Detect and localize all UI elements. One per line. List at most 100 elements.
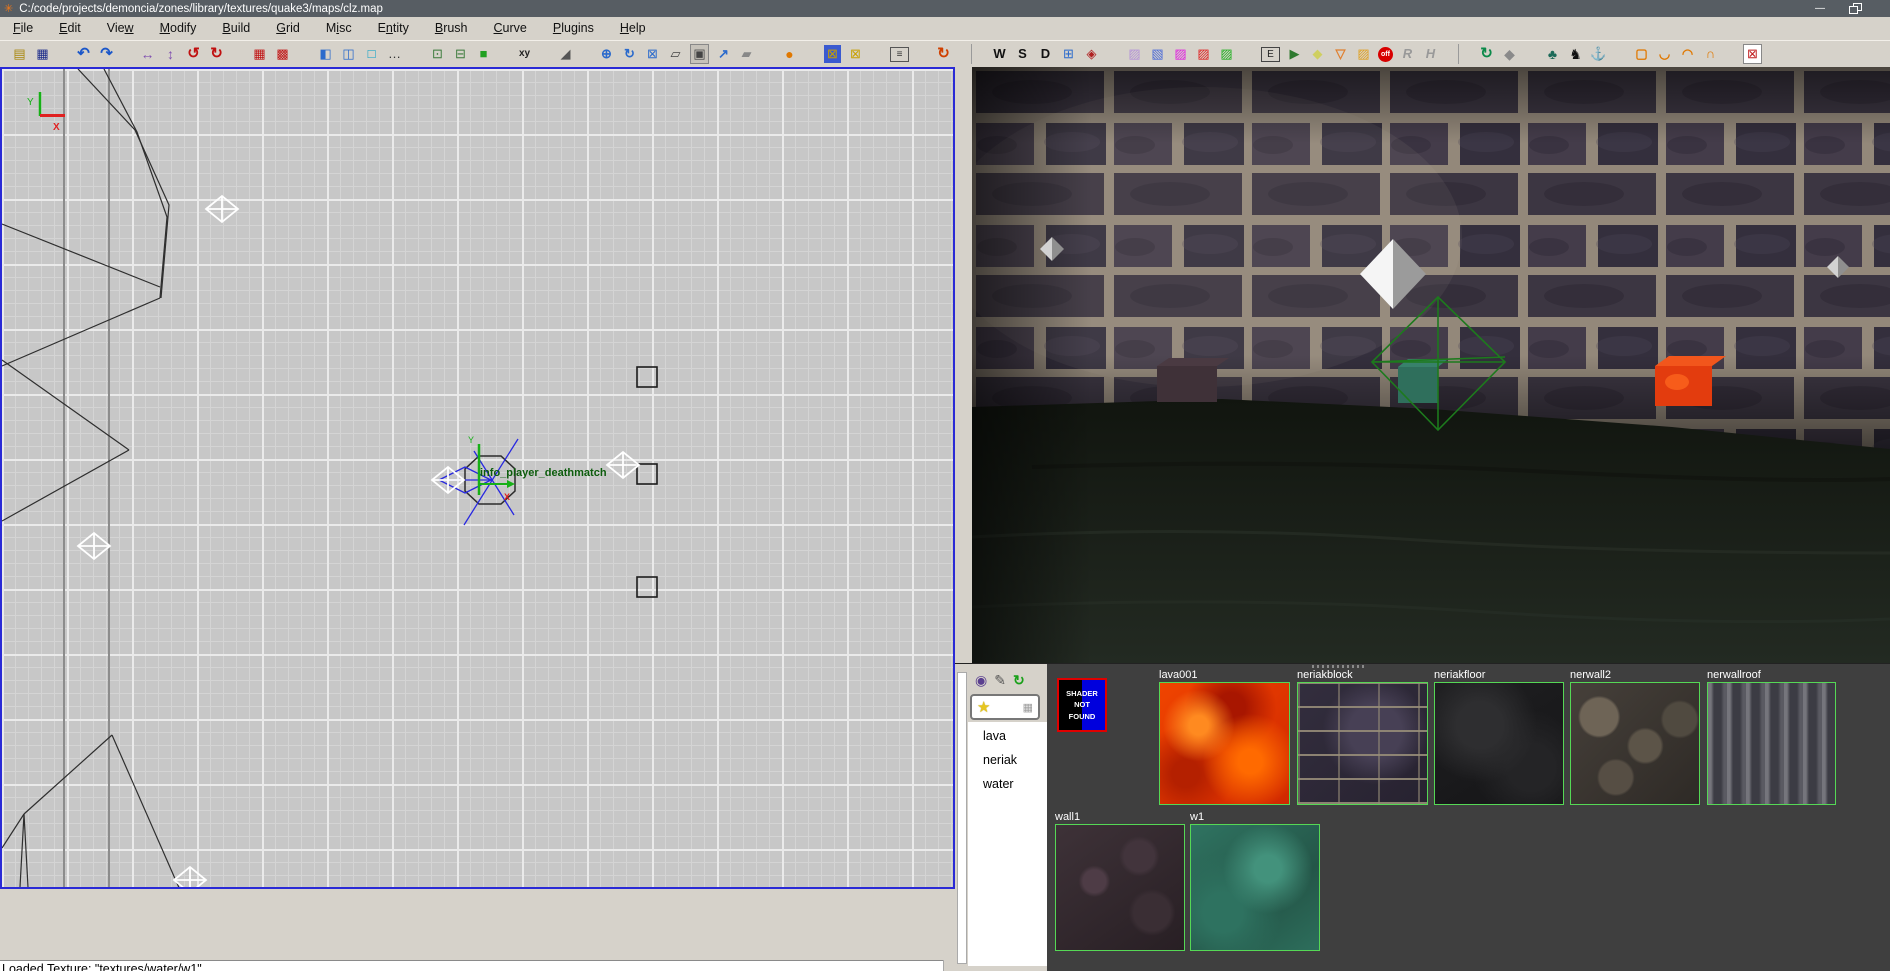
rotate-mode-icon[interactable]: ↻ (621, 45, 638, 63)
rock-model-icon[interactable]: ◆ (1501, 45, 1518, 63)
flip-x-icon[interactable]: ↔ (139, 45, 156, 63)
texture-tile-swatch[interactable] (1707, 682, 1836, 805)
favorites-box[interactable]: ★ ▦ (970, 694, 1040, 720)
entity-inspector-icon[interactable]: ⊞ (1060, 45, 1077, 63)
drag-edges-icon[interactable]: ▣ (690, 44, 709, 64)
edit-shader-icon[interactable]: ✎ (994, 672, 1006, 689)
filter-lavender-icon[interactable]: ▨ (1126, 45, 1143, 63)
lightmap-off-icon[interactable]: off (1378, 47, 1393, 62)
favorites-star-icon[interactable]: ★ (977, 698, 990, 716)
cylinder-icon[interactable]: ● (781, 45, 798, 63)
shader-stamp-icon[interactable]: ▦ (1023, 701, 1033, 714)
texture-tile-swatch[interactable] (1434, 682, 1564, 805)
3d-camera-view[interactable] (972, 67, 1890, 663)
menu-modify[interactable]: Modify (147, 17, 210, 40)
menu-build[interactable]: Build (209, 17, 263, 40)
square-brushes[interactable] (637, 367, 657, 597)
2d-grid-view[interactable]: Y X (0, 67, 955, 889)
shear-mode-icon[interactable]: ▱ (667, 45, 684, 63)
texture-tile-neriakfloor[interactable]: neriakfloor (1434, 669, 1564, 805)
translate-mode-icon[interactable]: ⊕ (598, 45, 615, 63)
patch-endcap-icon[interactable]: ◠ (1679, 45, 1696, 63)
texture-tile-swatch[interactable] (1159, 682, 1290, 805)
xy-view-icon[interactable]: xy (516, 45, 533, 63)
vertex-mode-icon[interactable]: ▰ (738, 45, 755, 63)
weapon-icon[interactable]: ▶ (1286, 45, 1303, 63)
menu-brush[interactable]: Brush (422, 17, 481, 40)
entity-list-icon[interactable]: ≡ (890, 47, 909, 62)
scale-mode-icon[interactable]: ⊠ (644, 45, 661, 63)
csg-table-icon[interactable]: ▦ (251, 45, 268, 63)
ship-icon[interactable]: ⚓ (1590, 45, 1607, 63)
cube-hollow-icon[interactable]: ⊟ (452, 45, 469, 63)
menu-help[interactable]: Help (607, 17, 659, 40)
restore-button[interactable] (1849, 3, 1862, 14)
show-shaders-icon[interactable]: ◉ (975, 672, 987, 689)
menu-misc[interactable]: Misc (313, 17, 365, 40)
texture-grid[interactable]: SHADER NOT FOUND lava001 neriakblock (1047, 664, 1890, 971)
console-output[interactable]: Loaded Texture: "textures/water/w1" map … (0, 960, 955, 971)
console-scrollbar[interactable] (943, 960, 955, 971)
texture-tile-wall1[interactable]: wall1 (1055, 811, 1185, 951)
detail-brush-icon[interactable]: ◈ (1083, 45, 1100, 63)
creature-icon[interactable]: ♞ (1567, 45, 1584, 63)
nodraw-icon[interactable]: ⊠ (1743, 44, 1762, 64)
rotate-left-icon[interactable]: ↺ (185, 45, 202, 63)
flip-y-icon[interactable]: ↕ (162, 45, 179, 63)
titlebar[interactable]: ✳ C:/code/projects/demoncia/zones/librar… (0, 0, 1890, 17)
cone-icon[interactable]: ▽ (1332, 45, 1349, 63)
texture-folder-item[interactable]: lava (968, 722, 1047, 746)
texture-tile-swatch[interactable] (1570, 682, 1700, 805)
texture-tile-swatch[interactable] (1297, 682, 1428, 805)
shader-not-found-tile[interactable]: SHADER NOT FOUND (1057, 678, 1107, 732)
cube-subtract-icon[interactable]: ⊡ (429, 45, 446, 63)
texture-lock-icon[interactable]: ⊠ (824, 45, 841, 63)
undo-icon[interactable]: ↶ (75, 45, 92, 63)
menu-grid[interactable]: Grid (263, 17, 313, 40)
menu-edit[interactable]: Edit (46, 17, 94, 40)
split-views-icon[interactable]: ◫ (340, 45, 357, 63)
menu-plugins[interactable]: Plugins (540, 17, 607, 40)
filter-green-icon[interactable]: ▨ (1218, 45, 1235, 63)
brush-wireframes-bottom[interactable] (2, 735, 180, 887)
patch-cylinder-icon[interactable]: ∩ (1702, 45, 1719, 63)
wireframe-icon[interactable]: W (991, 45, 1008, 63)
clipper-icon[interactable]: ◢ (557, 45, 574, 63)
toggle-view-icon[interactable]: □ (363, 45, 380, 63)
filter-h-icon[interactable]: H (1422, 45, 1439, 63)
texture-tile-nerwall2[interactable]: nerwall2 (1570, 669, 1700, 805)
menu-entity[interactable]: Entity (365, 17, 422, 40)
sidebar-scrollbar[interactable] (957, 672, 967, 964)
patch-square-icon[interactable]: ▢ (1633, 45, 1650, 63)
filter-yellow-icon[interactable]: ▨ (1355, 45, 1372, 63)
menu-view[interactable]: View (94, 17, 147, 40)
menu-file[interactable]: File (0, 17, 46, 40)
minimize-button[interactable]: — (1805, 3, 1835, 14)
texture-tile-nerwallroof[interactable]: nerwallroof (1707, 669, 1836, 805)
resize-mode-icon[interactable]: ↗ (715, 45, 732, 63)
entity-e-icon[interactable]: E (1261, 47, 1280, 62)
filter-structural-icon[interactable]: ▧ (1149, 45, 1166, 63)
panel-grip-handle[interactable] (1312, 665, 1367, 668)
splitter-vertical[interactable] (955, 67, 972, 663)
texture-tile-lava001[interactable]: lava001 (1159, 669, 1290, 805)
item-diamond-icon[interactable]: ◆ (1309, 45, 1326, 63)
texture-folder-item[interactable]: water (968, 770, 1047, 794)
trees-icon[interactable]: ♣ (1544, 45, 1561, 63)
redo-icon[interactable]: ↷ (98, 45, 115, 63)
save-file-icon[interactable]: ▦ (34, 45, 51, 63)
texture-folder-item[interactable]: neriak (968, 746, 1047, 770)
more-views-icon[interactable]: … (386, 45, 403, 63)
open-file-icon[interactable]: ▤ (11, 45, 28, 63)
entity-diamond-handles[interactable] (78, 196, 639, 887)
cube-merge-icon[interactable]: ■ (475, 45, 492, 63)
texture-folder-list[interactable]: lava neriak water (968, 722, 1047, 966)
solid-icon[interactable]: S (1014, 45, 1031, 63)
csg-dotted-icon[interactable]: ▩ (274, 45, 291, 63)
refresh-models-icon[interactable]: ↻ (935, 45, 952, 63)
filter-magenta-icon[interactable]: ▨ (1172, 45, 1189, 63)
filter-red-icon[interactable]: ▨ (1195, 45, 1212, 63)
menu-curve[interactable]: Curve (481, 17, 540, 40)
textured-icon[interactable]: D (1037, 45, 1054, 63)
filter-r-icon[interactable]: R (1399, 45, 1416, 63)
